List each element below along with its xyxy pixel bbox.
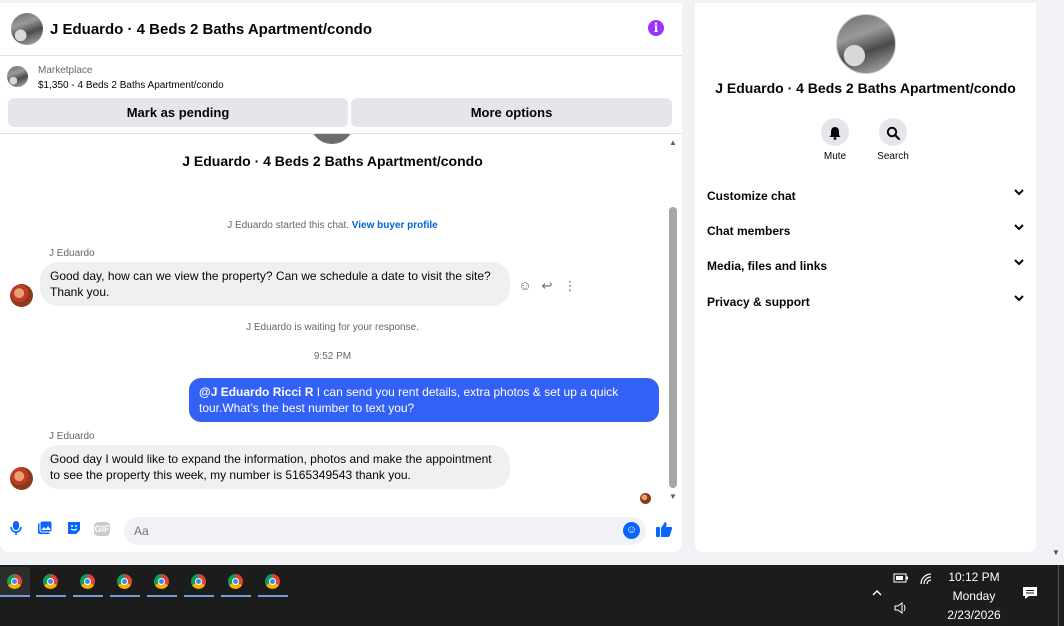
mention-tag[interactable]: @J Eduardo Ricci R xyxy=(199,385,313,399)
conversation-avatar xyxy=(310,134,354,144)
info-icon[interactable]: i xyxy=(648,20,664,36)
chevron-down-icon xyxy=(1013,186,1025,201)
chevron-down-icon xyxy=(1013,256,1025,271)
customize-chat-row[interactable]: Customize chat xyxy=(707,186,1025,206)
taskbar-chrome-app[interactable] xyxy=(258,567,288,597)
page-scroll-down-arrow-icon[interactable]: ▼ xyxy=(1051,548,1061,558)
seen-indicator-avatar xyxy=(640,493,651,504)
active-indicator xyxy=(221,595,251,597)
message-timestamp: 9:52 PM xyxy=(313,351,352,362)
mark-as-pending-button[interactable]: Mark as pending xyxy=(8,98,348,127)
clock-day[interactable]: Monday xyxy=(940,589,1008,603)
row-label: Privacy & support xyxy=(707,295,810,309)
scroll-up-arrow-icon[interactable]: ▲ xyxy=(667,138,679,148)
show-desktop-button[interactable] xyxy=(1058,565,1059,626)
search-button[interactable]: Search xyxy=(863,118,923,162)
active-indicator xyxy=(36,595,66,597)
chat-members-row[interactable]: Chat members xyxy=(707,221,1025,241)
chrome-icon xyxy=(7,574,22,589)
message-composer: GIF ☺ xyxy=(0,510,682,552)
taskbar-chrome-app[interactable] xyxy=(0,567,30,597)
row-label: Customize chat xyxy=(707,189,796,203)
chrome-icon xyxy=(265,574,280,589)
more-options-button[interactable]: More options xyxy=(351,98,672,127)
chevron-down-icon xyxy=(1013,221,1025,236)
conversation-title: J Eduardo · 4 Beds 2 Baths Apartment/con… xyxy=(182,153,483,169)
active-indicator xyxy=(147,595,177,597)
windows-taskbar: 10:12 PM Monday 2/23/2026 xyxy=(0,565,1064,626)
listing-thumbnail[interactable] xyxy=(7,66,28,87)
chrome-icon xyxy=(228,574,243,589)
view-buyer-profile-link[interactable]: View buyer profile xyxy=(352,220,438,231)
wifi-icon[interactable] xyxy=(918,572,936,588)
row-label: Chat members xyxy=(707,224,791,238)
chrome-icon xyxy=(154,574,169,589)
listing-price-title[interactable]: $1,350 - 4 Beds 2 Baths Apartment/condo xyxy=(38,80,224,91)
taskbar-chrome-app[interactable] xyxy=(184,567,214,597)
taskbar-chrome-app[interactable] xyxy=(36,567,66,597)
taskbar-chrome-app[interactable] xyxy=(110,567,140,597)
active-indicator xyxy=(0,595,30,597)
chrome-icon xyxy=(117,574,132,589)
scroll-down-arrow-icon[interactable]: ▼ xyxy=(667,492,679,502)
sticker-icon[interactable] xyxy=(65,520,83,538)
chat-header: J Eduardo · 4 Beds 2 Baths Apartment/con… xyxy=(0,3,682,56)
taskbar-chrome-app[interactable] xyxy=(221,567,251,597)
chat-started-text: J Eduardo started this chat. xyxy=(227,220,349,231)
incoming-message[interactable]: Good day, how can we view the property? … xyxy=(40,262,510,306)
info-title: J Eduardo · 4 Beds 2 Baths Apartment/con… xyxy=(715,80,1016,96)
mic-icon[interactable] xyxy=(7,520,25,538)
battery-icon[interactable] xyxy=(892,572,910,588)
chat-panel: J Eduardo · 4 Beds 2 Baths Apartment/con… xyxy=(0,3,682,552)
active-indicator xyxy=(258,595,288,597)
sender-avatar[interactable] xyxy=(10,467,33,490)
privacy-support-row[interactable]: Privacy & support xyxy=(707,292,1025,312)
active-indicator xyxy=(73,595,103,597)
scroll-thumb[interactable] xyxy=(669,207,677,488)
bell-icon[interactable] xyxy=(821,118,849,146)
notification-center-icon[interactable] xyxy=(1020,585,1040,603)
taskbar-chrome-app[interactable] xyxy=(147,567,177,597)
info-avatar[interactable] xyxy=(836,14,896,74)
message-list[interactable]: J Eduardo · 4 Beds 2 Baths Apartment/con… xyxy=(0,134,665,504)
chat-info-panel: J Eduardo · 4 Beds 2 Baths Apartment/con… xyxy=(695,3,1036,552)
active-indicator xyxy=(184,595,214,597)
chrome-icon xyxy=(191,574,206,589)
thumbs-up-icon[interactable] xyxy=(654,520,674,540)
outgoing-message[interactable]: @J Eduardo Ricci R I can send you rent d… xyxy=(189,378,659,422)
header-avatar[interactable] xyxy=(11,13,43,45)
message-scrollbar[interactable]: ▲ ▼ xyxy=(667,138,679,504)
clock-date[interactable]: 2/23/2026 xyxy=(940,608,1008,622)
listing-source: Marketplace xyxy=(38,65,93,76)
sender-name: J Eduardo xyxy=(49,431,95,442)
reply-icon[interactable]: ↩ xyxy=(540,279,554,293)
message-input[interactable] xyxy=(124,517,646,545)
more-vertical-icon[interactable]: ⋮ xyxy=(563,279,577,293)
photo-icon[interactable] xyxy=(36,520,54,538)
tray-chevron-up-icon[interactable] xyxy=(869,587,885,603)
chrome-icon xyxy=(43,574,58,589)
listing-bar: Marketplace $1,350 - 4 Beds 2 Baths Apar… xyxy=(0,56,682,136)
mute-label: Mute xyxy=(823,151,847,162)
clock-time[interactable]: 10:12 PM xyxy=(940,570,1008,584)
sender-name: J Eduardo xyxy=(49,248,95,259)
taskbar-chrome-app[interactable] xyxy=(73,567,103,597)
mute-button[interactable]: Mute xyxy=(805,118,865,162)
chat-title[interactable]: J Eduardo · 4 Beds 2 Baths Apartment/con… xyxy=(50,21,372,38)
media-files-links-row[interactable]: Media, files and links xyxy=(707,256,1025,276)
row-label: Media, files and links xyxy=(707,259,828,273)
active-indicator xyxy=(110,595,140,597)
volume-icon[interactable] xyxy=(892,601,910,617)
incoming-message[interactable]: Good day I would like to expand the info… xyxy=(40,445,510,489)
react-emoji-icon[interactable]: ☺ xyxy=(518,279,532,293)
search-icon[interactable] xyxy=(879,118,907,146)
chat-started-note: J Eduardo started this chat. View buyer … xyxy=(0,220,665,231)
sender-avatar[interactable] xyxy=(10,284,33,307)
chrome-icon xyxy=(80,574,95,589)
emoji-icon[interactable]: ☺ xyxy=(623,522,640,539)
gif-icon[interactable]: GIF xyxy=(94,522,110,536)
search-label: Search xyxy=(877,151,909,162)
waiting-note: J Eduardo is waiting for your response. xyxy=(246,322,419,333)
chevron-down-icon xyxy=(1013,292,1025,307)
